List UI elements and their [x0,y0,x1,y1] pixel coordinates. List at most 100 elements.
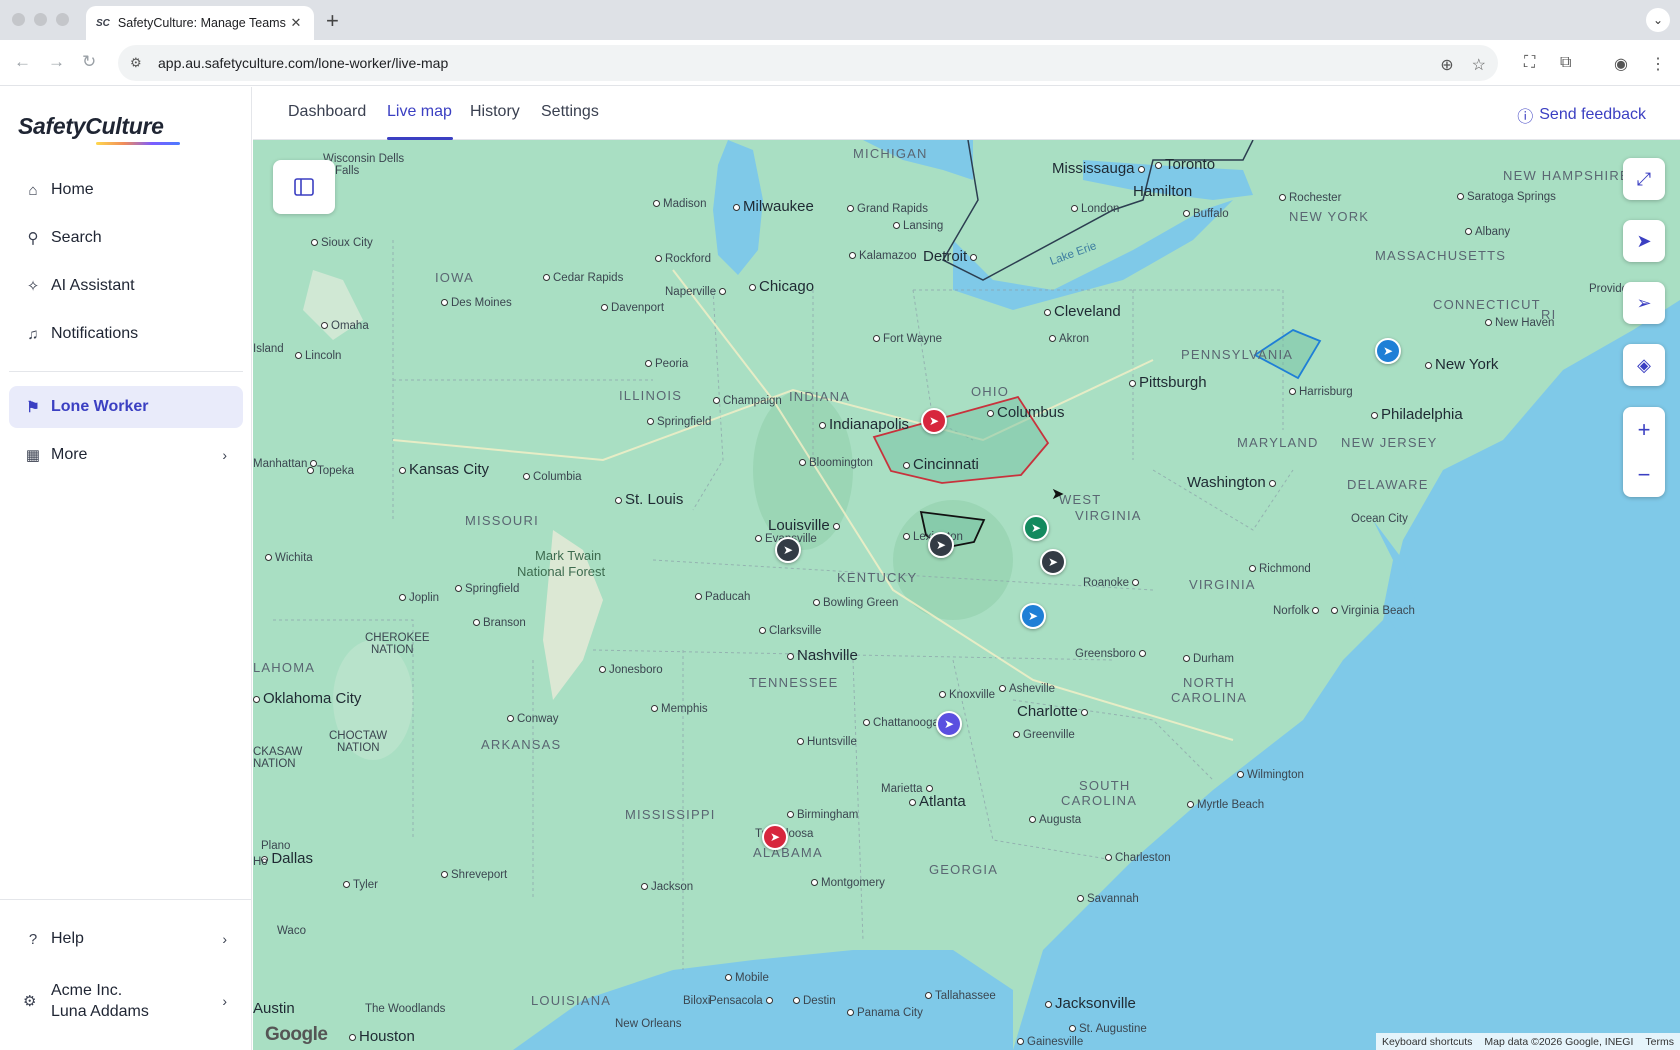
map-label-atlanta: Atlanta [909,793,966,810]
map-label-ohio: OHIO [971,384,1010,399]
app-header: Dashboard Live map History Settings ⓘ Se… [253,87,1680,140]
mouse-cursor-icon: ➤ [1051,486,1065,503]
map-label-georgia: GEORGIA [929,862,999,877]
site-settings-icon[interactable]: ⚙ [130,55,146,71]
map-label-pittsburgh: Pittsburgh [1129,374,1207,391]
fullscreen-button[interactable]: ⤢ [1623,158,1665,200]
my-location-button[interactable]: ➢ [1623,282,1665,324]
sidebar-item-more[interactable]: ▦ More › [9,434,243,476]
keyboard-shortcuts-link[interactable]: Keyboard shortcuts [1376,1036,1478,1048]
map-label-myrtle-beach: Myrtle Beach [1187,799,1264,811]
map-label-falls: Falls [335,165,360,177]
map-label-massachusetts: MASSACHUSETTS [1375,248,1507,263]
map-label-greensboro: Greensboro [1075,648,1149,660]
map-label-arkansas: ARKANSAS [481,737,562,752]
map-label-madison: Madison [653,198,706,210]
browser-tab[interactable]: SC SafetyCulture: Manage Teams ✕ [86,6,314,40]
browser-toolbar: ← → ↻ ⚙ app.au.safetyculture.com/lone-wo… [0,40,1680,86]
reload-icon[interactable]: ↻ [82,52,96,72]
tab-history[interactable]: History [470,103,520,121]
bookmark-star-icon[interactable]: ☆ [1472,55,1486,75]
map-label-national-forest: National Forest [517,564,606,579]
red-worker-pin-alabama[interactable]: ➤ [762,824,788,850]
sidebar-item-search[interactable]: ⚲ Search [9,217,243,259]
green-worker-pin-wv[interactable]: ➤ [1023,515,1049,541]
map-label-st-louis: St. Louis [615,491,683,508]
map-label-washington: Washington [1187,474,1279,491]
toggle-panel-button[interactable] [273,160,335,214]
location-pin-icon: ➤ [1636,230,1652,251]
map-label-charlotte: Charlotte [1017,703,1091,720]
extensions-icon[interactable]: ⧉ [1560,54,1571,72]
layers-icon: ◈ [1637,354,1651,375]
map-label-wilmington: Wilmington [1237,769,1304,781]
map-label-clarksville: Clarksville [759,625,821,637]
map-label-mobile: Mobile [725,972,769,984]
map-label-maryland: MARYLAND [1237,435,1319,450]
map-label-destin: Destin [793,995,836,1007]
maximize-window-button[interactable] [56,13,69,26]
red-worker-pin-columbus[interactable]: ➤ [921,408,947,434]
blue-worker-pin-nj[interactable]: ➤ [1375,338,1401,364]
account-switcher[interactable]: ⚙ Acme Inc. Luna Addams › [9,973,243,1029]
new-tab-icon[interactable]: + [326,8,339,34]
blue-worker-pin-nc[interactable]: ➤ [1020,603,1046,629]
back-arrow-icon[interactable]: ← [14,52,31,72]
map-label-austin: Austin [253,1000,295,1017]
map-label-augusta: Augusta [1029,814,1081,826]
dark-worker-pin-evansville[interactable]: ➤ [775,537,801,563]
map-label-mark-twain: Mark Twain [535,548,602,563]
map-label-shreveport: Shreveport [441,869,507,881]
tab-live-map[interactable]: Live map [387,103,452,121]
purple-worker-pin-greenville[interactable]: ➤ [936,711,962,737]
map-label-greenville: Greenville [1013,729,1075,741]
sidebar-item-home[interactable]: ⌂ Home [9,169,243,211]
sidebar-item-notifications[interactable]: ♫ Notifications [9,313,243,355]
address-bar[interactable]: ⚙ app.au.safetyculture.com/lone-worker/l… [118,45,1498,81]
terms-link[interactable]: Terms [1639,1036,1680,1048]
zoom-icon[interactable]: ⊕ [1440,55,1453,75]
safetyculture-logo[interactable]: SafetyCulture [18,113,164,140]
tab-dashboard[interactable]: Dashboard [288,103,366,121]
search-icon: ⚲ [27,230,39,247]
screenshot-icon[interactable]: ⛶ [1524,54,1535,72]
minimize-window-button[interactable] [34,13,47,26]
zoom-out-button[interactable]: − [1623,452,1665,497]
map-label-kansas-city: Kansas City [399,461,489,478]
browser-menu-icon[interactable]: ⋮ [1650,54,1666,74]
sidebar-item-lone-worker[interactable]: ⚑ Lone Worker [9,386,243,428]
send-feedback-button[interactable]: ⓘ Send feedback [1517,103,1646,127]
map-label-new-york: New York [1425,356,1498,373]
profile-icon[interactable]: ◉ [1614,54,1628,74]
dark-worker-pin-kentucky[interactable]: ➤ [928,532,954,558]
map-label-chicago: Chicago [749,278,814,295]
close-window-button[interactable] [12,13,25,26]
map-label-saratoga-springs: Saratoga Springs [1457,190,1556,204]
map-label-buffalo: Buffalo [1183,208,1229,220]
map-label-mississauga: Mississauga [1052,160,1148,177]
recenter-button[interactable]: ➤ [1623,220,1665,262]
map-label-manhattan: Manhattan [253,458,320,470]
map-label-bowling-green: Bowling Green [813,597,898,609]
sidebar-item-label: Help [51,930,84,947]
map-label-huntsville: Huntsville [797,736,857,748]
map-label-conway: Conway [507,713,559,725]
map-label-montgomery: Montgomery [811,877,885,889]
map-label-nation-3: NATION [253,758,296,770]
forward-arrow-icon[interactable]: → [48,52,65,72]
live-map[interactable]: MICHIGAN IOWA ILLINOIS INDIANA OHIO PENN… [253,140,1680,1050]
map-label-peoria: Peoria [645,358,688,370]
layers-button[interactable]: ◈ [1623,344,1665,386]
feedback-icon: ⓘ [1517,109,1534,126]
sidebar-item-help[interactable]: ? Help › [9,918,243,960]
zoom-in-button[interactable]: + [1623,407,1665,452]
map-label-omaha: Omaha [321,320,369,332]
map-label-lansing: Lansing [893,220,943,232]
tab-search-chevron-icon[interactable]: ⌄ [1646,8,1670,32]
map-label-richmond: Richmond [1249,563,1311,575]
dark-worker-pin-roanoke[interactable]: ➤ [1040,549,1066,575]
close-tab-icon[interactable]: ✕ [288,15,304,31]
sidebar-item-ai-assistant[interactable]: ✧ AI Assistant [9,265,243,307]
map-label-toronto: Toronto [1155,156,1215,173]
tab-settings[interactable]: Settings [541,103,599,121]
